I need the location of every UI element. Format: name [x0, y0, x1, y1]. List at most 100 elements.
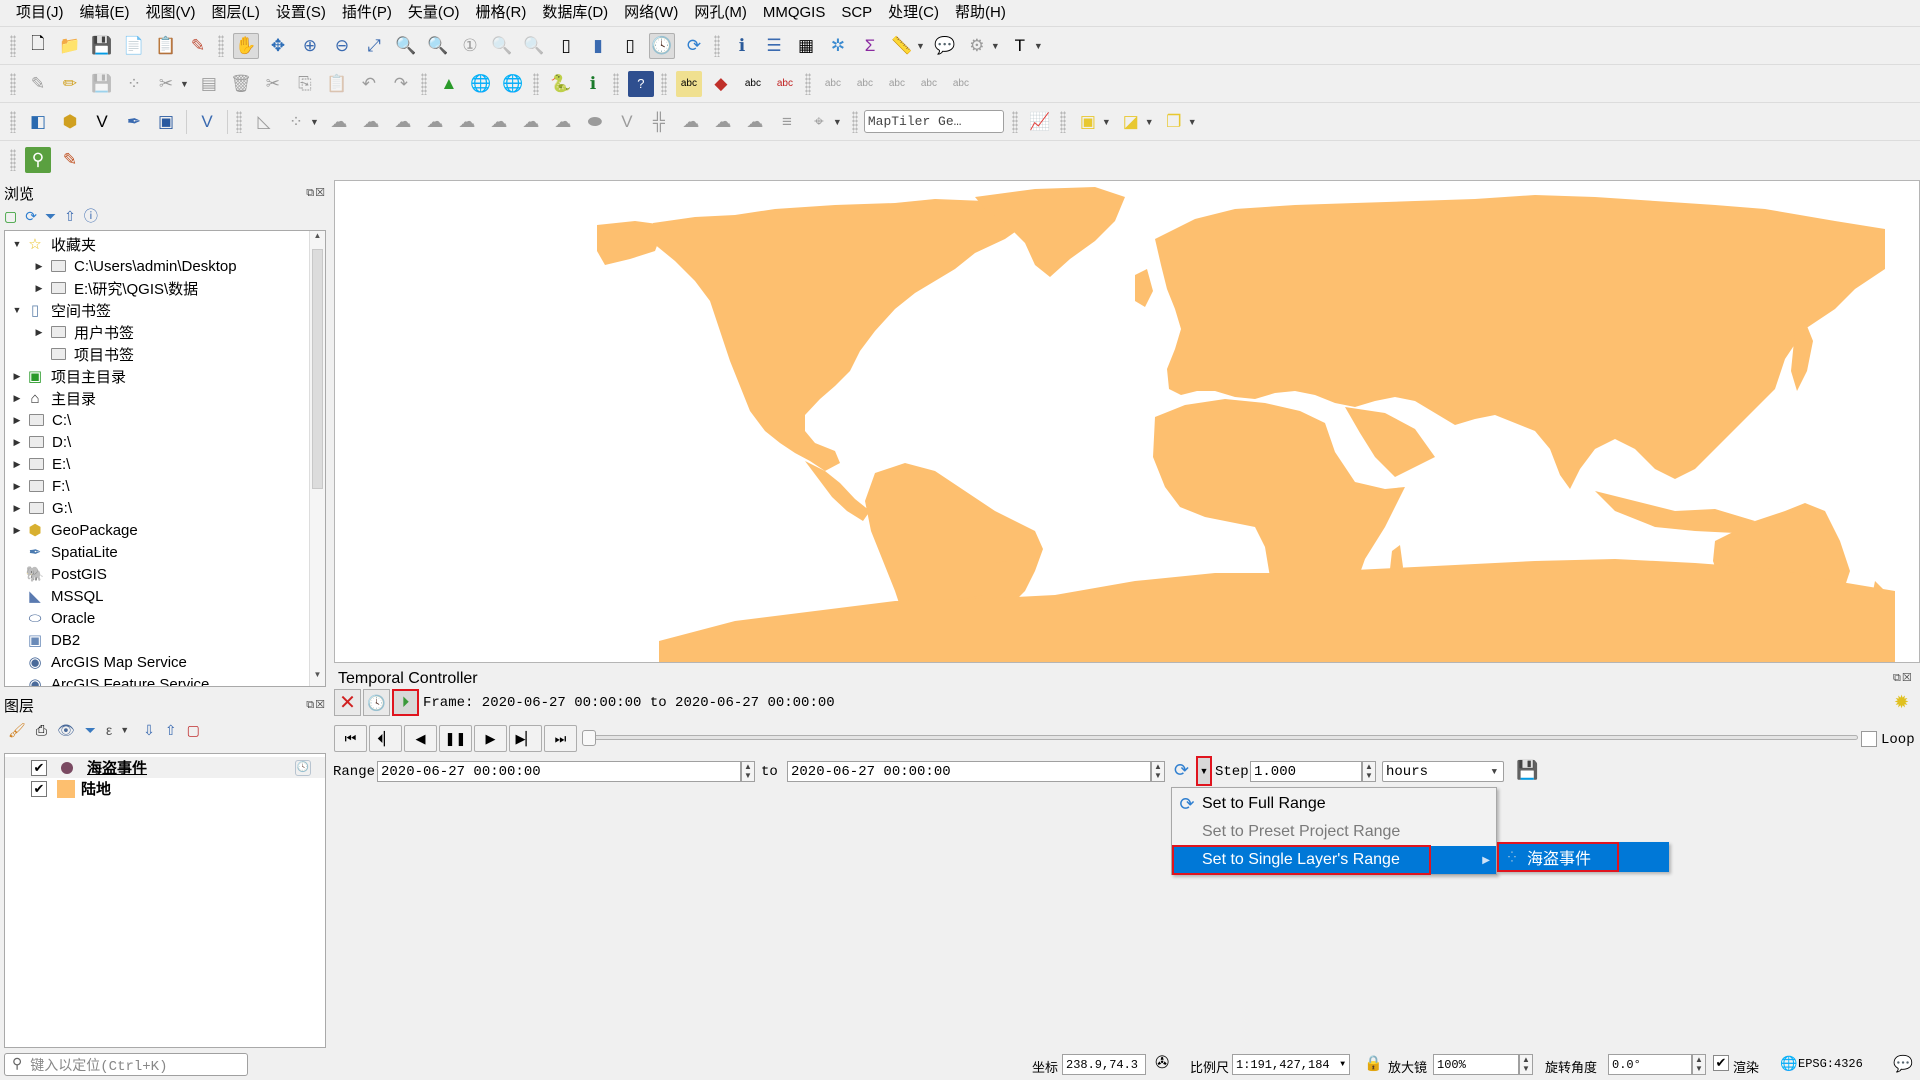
- add-part-icon[interactable]: ☁: [678, 109, 704, 135]
- menu-12[interactable]: SCP: [833, 0, 880, 26]
- collapse-all-icon[interactable]: ⇧: [64, 208, 76, 225]
- browser-item[interactable]: ⬭ Oracle: [5, 607, 325, 629]
- style-manager-icon[interactable]: ✎: [185, 33, 211, 59]
- browser-scrollbar[interactable]: ▲ ▼: [309, 231, 325, 686]
- label-move-icon[interactable]: abc: [772, 71, 798, 97]
- zoom-full-icon[interactable]: ⤢: [361, 33, 387, 59]
- zoom-native-icon[interactable]: ①: [457, 33, 483, 59]
- crs-label[interactable]: EPSG:4326: [1798, 1057, 1863, 1071]
- label-icon[interactable]: abc: [675, 70, 702, 97]
- rotate-point-icon[interactable]: V: [614, 109, 640, 135]
- expand-closed-icon[interactable]: ▶: [9, 371, 25, 382]
- time-slider-track[interactable]: [586, 735, 1858, 740]
- label-options-icon[interactable]: abc: [948, 71, 974, 97]
- paste-icon[interactable]: 📋: [324, 71, 350, 97]
- export-animation-save-icon[interactable]: 💾: [1516, 760, 1538, 781]
- animated-temporal-button[interactable]: ⏵: [392, 689, 419, 716]
- new-temporary-layer-icon[interactable]: ✒: [121, 109, 147, 135]
- render-checkbox[interactable]: ✔: [1713, 1055, 1729, 1071]
- scp-edit-icon[interactable]: ✎: [57, 147, 83, 173]
- collapse-all-icon[interactable]: ⇧: [165, 722, 177, 739]
- expand-closed-icon[interactable]: ▶: [31, 283, 47, 294]
- crs-globe-icon[interactable]: 🌐: [1780, 1055, 1797, 1072]
- manage-visibility-icon[interactable]: 👁: [57, 722, 75, 739]
- save-edits-icon[interactable]: 💾: [89, 71, 115, 97]
- zoom-to-layer-icon[interactable]: 🔍: [425, 33, 451, 59]
- digitize-icon[interactable]: ▲: [436, 71, 462, 97]
- layer-item-pirate-events[interactable]: ✔ 海盗事件 🕓: [5, 757, 325, 778]
- step-input[interactable]: 1.000: [1250, 761, 1362, 782]
- range-end-input[interactable]: 2020-06-27 00:00:00: [787, 761, 1151, 782]
- messages-icon[interactable]: 💬: [1893, 1054, 1913, 1074]
- menu-6[interactable]: 矢量(O): [400, 0, 468, 26]
- menu-0[interactable]: 项目(J): [8, 0, 72, 26]
- menu-10[interactable]: 网孔(M): [686, 0, 755, 26]
- modify-attributes-icon[interactable]: ▤: [196, 71, 222, 97]
- info-icon[interactable]: ⓘ: [84, 206, 98, 226]
- open-project-icon[interactable]: 📁: [57, 33, 83, 59]
- expand-all-icon[interactable]: ⇩: [143, 722, 155, 739]
- new-gpx-icon[interactable]: V: [194, 109, 220, 135]
- fill-ring-icon[interactable]: ☁: [326, 109, 352, 135]
- text-annotation-icon[interactable]: T: [1007, 33, 1033, 59]
- browser-item[interactable]: ▶ ⌂ 主目录: [5, 387, 325, 409]
- new-map-view-icon[interactable]: ▯: [553, 33, 579, 59]
- browser-item[interactable]: ◣ MSSQL: [5, 585, 325, 607]
- new-spatialite-icon[interactable]: V: [89, 109, 115, 135]
- merge-attributes-icon[interactable]: ⬬: [582, 109, 608, 135]
- vertex-tool-icon[interactable]: ✂: [153, 71, 179, 97]
- toolbar-grip[interactable]: [10, 34, 16, 57]
- expand-open-icon[interactable]: ▼: [9, 305, 25, 315]
- expand-closed-icon[interactable]: ▶: [9, 481, 25, 492]
- field-calculator-icon[interactable]: ▦: [793, 33, 819, 59]
- toggle-editing-icon[interactable]: ✏: [57, 71, 83, 97]
- deselect-icon[interactable]: ❐: [1161, 109, 1187, 135]
- browser-item[interactable]: ▶ C:\: [5, 409, 325, 431]
- expand-closed-icon[interactable]: ▶: [9, 525, 25, 536]
- expand-open-icon[interactable]: ▼: [9, 239, 25, 249]
- range-start-input[interactable]: 2020-06-27 00:00:00: [377, 761, 741, 782]
- menu-3[interactable]: 图层(L): [204, 0, 268, 26]
- filter-icon[interactable]: ⏷: [45, 208, 56, 225]
- print-layout-icon[interactable]: 📋: [153, 33, 179, 59]
- new-virtual-layer-icon[interactable]: ▣: [153, 109, 179, 135]
- select-by-polygon-icon[interactable]: ◪: [1118, 109, 1144, 135]
- reshape-icon[interactable]: ☁: [422, 109, 448, 135]
- zoom-to-selection-icon[interactable]: 🔍: [393, 33, 419, 59]
- browser-item[interactable]: ▼ ☆ 收藏夹: [5, 233, 325, 255]
- menu-item-full-range[interactable]: ⟳ Set to Full Range: [1172, 790, 1496, 818]
- georeferencer-icon[interactable]: 🌐: [468, 71, 494, 97]
- dock-float-close-buttons[interactable]: ⧉☒: [306, 698, 326, 712]
- expand-closed-icon[interactable]: ▶: [9, 459, 25, 470]
- delete-part-icon[interactable]: ☁: [390, 109, 416, 135]
- help-icon[interactable]: ?: [627, 70, 654, 97]
- menu-14[interactable]: 帮助(H): [947, 0, 1014, 26]
- pan-to-selection-icon[interactable]: ✥: [265, 33, 291, 59]
- label-rotate-icon[interactable]: abc: [820, 71, 846, 97]
- skip-to-start-button[interactable]: ⏮: [334, 725, 367, 752]
- refresh-icon[interactable]: ⟳: [25, 208, 37, 225]
- magnifier-spinner[interactable]: ▲ ▼: [1519, 1054, 1533, 1075]
- style-panel-icon[interactable]: 🖌: [8, 722, 26, 739]
- maptiler-search-input[interactable]: MapTiler Ge…: [863, 110, 1004, 133]
- undo-icon[interactable]: ↶: [356, 71, 382, 97]
- menu-2[interactable]: 视图(V): [138, 0, 204, 26]
- measure-icon[interactable]: 📏: [889, 33, 915, 59]
- add-ring-icon[interactable]: ⁘: [283, 109, 309, 135]
- copy-icon[interactable]: ⎘: [292, 71, 318, 97]
- menu-11[interactable]: MMQGIS: [755, 0, 834, 26]
- loop-checkbox[interactable]: [1861, 731, 1877, 747]
- delete-ring-icon[interactable]: ☁: [358, 109, 384, 135]
- browser-item[interactable]: ▶ 用户书签: [5, 321, 325, 343]
- georeferencer-zoom-icon[interactable]: 🌐: [500, 71, 526, 97]
- lock-scale-icon[interactable]: 🔒: [1364, 1054, 1383, 1072]
- expand-closed-icon[interactable]: ▶: [31, 327, 47, 338]
- redo-icon[interactable]: ↷: [388, 71, 414, 97]
- sum-icon[interactable]: Σ: [857, 33, 883, 59]
- label-properties-icon[interactable]: abc: [884, 71, 910, 97]
- browser-item[interactable]: ▶ D:\: [5, 431, 325, 453]
- range-end-spinner[interactable]: ▲ ▼: [1151, 761, 1165, 782]
- label-pin-icon[interactable]: ◆: [708, 71, 734, 97]
- menu-8[interactable]: 数据库(D): [534, 0, 616, 26]
- browser-item[interactable]: ▶ ⬢ GeoPackage: [5, 519, 325, 541]
